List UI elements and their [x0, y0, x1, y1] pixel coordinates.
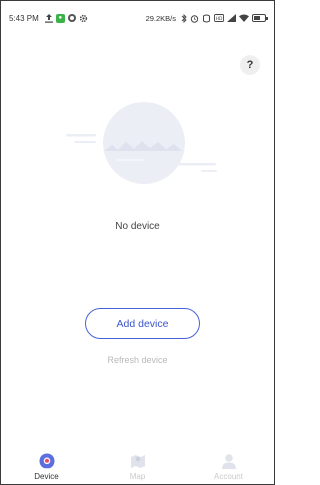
settings-icon: [79, 14, 88, 23]
sim-icon: HD: [214, 14, 224, 22]
refresh-device-link[interactable]: Refresh device: [1, 355, 274, 365]
wifi-icon: [239, 14, 249, 22]
network-speed: 29.2KB/s: [145, 13, 176, 23]
status-time: 5:43 PM: [9, 13, 39, 23]
status-right: 29.2KB/s HD: [145, 13, 268, 23]
signal-icon: [227, 14, 236, 22]
circle-icon: [67, 14, 76, 22]
alarm-icon: [190, 14, 199, 23]
nav-item-device[interactable]: Device: [12, 452, 82, 481]
nav-item-map[interactable]: Map: [103, 452, 173, 481]
nav-label-device: Device: [34, 472, 59, 481]
bluetooth-icon: [181, 13, 187, 23]
empty-state-message: No device: [115, 221, 160, 232]
device-icon: [39, 453, 54, 469]
bottom-nav: Device Map Account: [1, 444, 274, 484]
app-notification-icon: ●: [55, 13, 65, 23]
upload-icon: [44, 13, 53, 23]
screen: 5:43 PM ● 29.2KB/s HD ? No device Add de…: [0, 0, 275, 485]
account-icon: [221, 454, 236, 469]
help-button[interactable]: ?: [240, 55, 260, 75]
empty-illustration-graphic: [66, 102, 217, 184]
add-device-button[interactable]: Add device: [85, 308, 200, 339]
map-icon: [130, 455, 145, 468]
nav-label-account: Account: [214, 472, 243, 481]
empty-illustration: [56, 101, 226, 191]
svg-text:HD: HD: [216, 16, 223, 22]
nav-label-map: Map: [129, 472, 146, 481]
battery-icon: [252, 14, 268, 22]
status-bar: 5:43 PM ● 29.2KB/s HD: [1, 1, 274, 35]
nav-item-account[interactable]: Account: [194, 452, 264, 481]
nfc-icon: [202, 14, 211, 23]
status-left: 5:43 PM ●: [9, 13, 88, 23]
